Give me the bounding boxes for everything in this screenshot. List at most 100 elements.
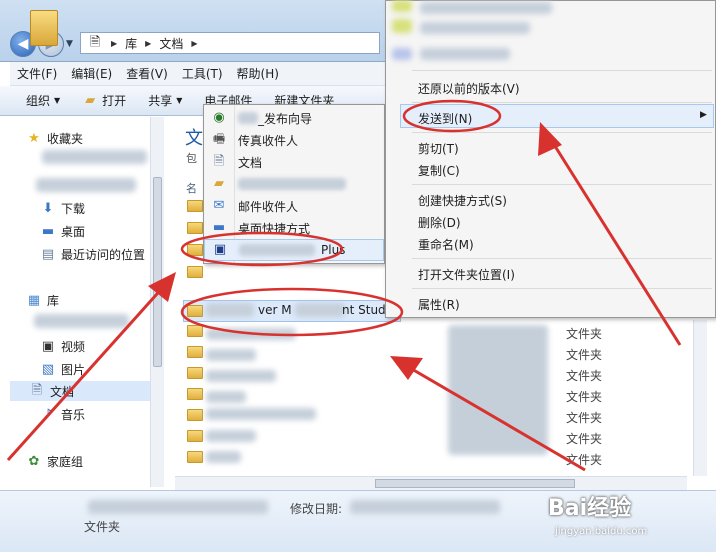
sendto-item-label: _发布向导 <box>258 111 313 126</box>
address-bar[interactable]: 🗎 ▶ 库 ▶ 文档 ▶ <box>80 32 380 54</box>
nav-recent[interactable]: ▤ 最近访问的位置 <box>40 246 145 263</box>
desktop-icon: ▬ <box>41 223 55 239</box>
organize-button[interactable]: 组织 ▼ <box>26 92 60 109</box>
blurred-file-name <box>206 328 296 340</box>
ctx-properties[interactable]: 属性(R) <box>418 296 460 313</box>
blurred-file-name <box>206 408 316 420</box>
menu-tools[interactable]: 工具(T) <box>175 65 230 82</box>
folder-icon: ▰ <box>214 176 224 191</box>
blurred-file-name <box>206 349 256 361</box>
file-type-cell: 文件夹 <box>566 411 603 425</box>
nav-pictures[interactable]: ▧ 图片 <box>40 361 85 378</box>
share-button[interactable]: 共享 ▼ <box>148 92 182 109</box>
ctx-open-file-location[interactable]: 打开文件夹位置(I) <box>418 266 515 283</box>
library-subheading: 包 <box>186 152 197 165</box>
nav-favorites[interactable]: ★ 收藏夹 <box>26 130 83 147</box>
breadcrumb-documents[interactable]: 文档 <box>159 35 183 52</box>
menu-separator <box>412 70 712 71</box>
sendto-documents[interactable]: 🗎 文档 <box>204 151 384 173</box>
menu-view[interactable]: 查看(V) <box>119 65 175 82</box>
submenu-arrow-icon: ▶ <box>700 110 707 120</box>
ctx-send-to[interactable]: 发送到(N) <box>418 110 472 127</box>
document-icon: 🗎 <box>213 154 225 169</box>
menu-separator <box>412 258 712 259</box>
nav-documents[interactable]: 🗎 文档 <box>10 381 150 401</box>
sendto-fax-recipient[interactable]: 🖷 传真收件人 <box>204 129 384 151</box>
star-icon: ★ <box>28 130 40 146</box>
blurred-file-name <box>206 430 256 442</box>
sendto-blurred-item[interactable]: ▰ <box>204 173 384 195</box>
blurred-date <box>350 500 500 514</box>
vertical-scrollbar[interactable] <box>693 320 707 476</box>
folder-icon <box>187 222 203 234</box>
sendto-submenu: ◉ _发布向导 🖷 传真收件人 🗎 文档 ▰ ✉ 邮件收件人 ▬ 桌面快捷方式 … <box>203 104 385 264</box>
nav-downloads[interactable]: ⬇ 下载 <box>40 200 85 217</box>
blurred-menu-icon <box>392 0 412 12</box>
file-type-cell: 文件夹 <box>566 327 603 341</box>
folder-icon <box>187 409 203 421</box>
sendto-publish-wizard[interactable]: ◉ _发布向导 <box>204 107 384 129</box>
nav-desktop-label: 桌面 <box>61 225 86 239</box>
blurred-nav-item <box>34 314 129 328</box>
chevron-right-icon[interactable]: ▶ <box>145 39 151 48</box>
music-icon: ♪ <box>43 406 53 422</box>
video-icon: ▣ <box>41 338 55 354</box>
menu-edit[interactable]: 编辑(E) <box>64 65 119 82</box>
blurred-nav-item <box>42 150 147 164</box>
nav-pictures-label: 图片 <box>61 363 86 377</box>
folder-icon <box>187 200 203 212</box>
navigation-scrollbar[interactable] <box>150 117 164 487</box>
library-icon: ▦ <box>27 292 41 308</box>
ctx-rename[interactable]: 重命名(M) <box>418 236 474 253</box>
picture-icon: ▧ <box>41 361 55 377</box>
file-type-cell: 文件夹 <box>566 432 603 446</box>
menu-separator <box>412 184 712 185</box>
ctx-delete[interactable]: 删除(D) <box>418 214 461 231</box>
nav-videos[interactable]: ▣ 视频 <box>40 338 85 355</box>
chevron-right-icon[interactable]: ▶ <box>111 39 117 48</box>
sendto-desktop-shortcut[interactable]: ▬ 桌面快捷方式 <box>204 217 384 239</box>
watermark-url: jingyan.baidu.com <box>555 526 648 537</box>
scroll-thumb[interactable] <box>375 479 575 488</box>
scroll-thumb[interactable] <box>153 177 162 367</box>
fax-icon: 🖷 <box>212 132 226 147</box>
file-type-cell: 文件夹 <box>566 369 603 383</box>
document-icon: 🗎 <box>89 35 101 50</box>
blurred-menu-item <box>420 48 510 60</box>
blurred-file-name <box>295 303 345 317</box>
arrow-left-icon: ◀ <box>17 36 29 52</box>
blurred-menu-icon <box>392 48 412 60</box>
blurred-text <box>238 112 258 124</box>
modified-date-label: 修改日期: <box>290 502 343 516</box>
folder-icon <box>187 346 203 358</box>
blurred-text <box>239 244 315 256</box>
open-button[interactable]: ▰ 打开 <box>82 92 126 109</box>
recent-pages-dropdown[interactable]: ▼ <box>66 39 73 49</box>
selected-row-name-part: ver M <box>258 303 292 317</box>
nav-desktop[interactable]: ▬ 桌面 <box>40 223 85 240</box>
blurred-file-name <box>206 391 246 403</box>
column-header-name[interactable]: 名 <box>186 180 197 196</box>
dropdown-arrow-icon: ▼ <box>176 96 183 105</box>
nav-libraries[interactable]: ▦ 库 <box>26 292 59 309</box>
folder-icon <box>187 451 203 463</box>
dropdown-arrow-icon: ▼ <box>54 96 61 105</box>
blurred-menu-item <box>420 2 552 14</box>
selected-row-name-part: nt Studi <box>342 303 390 317</box>
ctx-copy[interactable]: 复制(C) <box>418 162 460 179</box>
menu-help[interactable]: 帮助(H) <box>230 65 286 82</box>
ctx-restore-previous[interactable]: 还原以前的版本(V) <box>418 80 520 97</box>
folder-icon <box>30 10 58 46</box>
ctx-cut[interactable]: 剪切(T) <box>418 140 459 157</box>
nav-homegroup[interactable]: ✿ 家庭组 <box>26 453 83 470</box>
sendto-mail-recipient[interactable]: ✉ 邮件收件人 <box>204 195 384 217</box>
folder-icon <box>187 244 203 256</box>
horizontal-scrollbar[interactable] <box>175 476 687 490</box>
nav-music[interactable]: ♪ 音乐 <box>40 406 85 423</box>
menu-file[interactable]: 文件(F) <box>10 65 64 82</box>
sendto-plus-item[interactable]: ▣ Plus <box>204 239 384 261</box>
breadcrumb-library[interactable]: 库 <box>125 35 137 52</box>
ctx-create-shortcut[interactable]: 创建快捷方式(S) <box>418 192 507 209</box>
nav-favorites-label: 收藏夹 <box>47 132 84 146</box>
chevron-right-icon[interactable]: ▶ <box>191 39 197 48</box>
